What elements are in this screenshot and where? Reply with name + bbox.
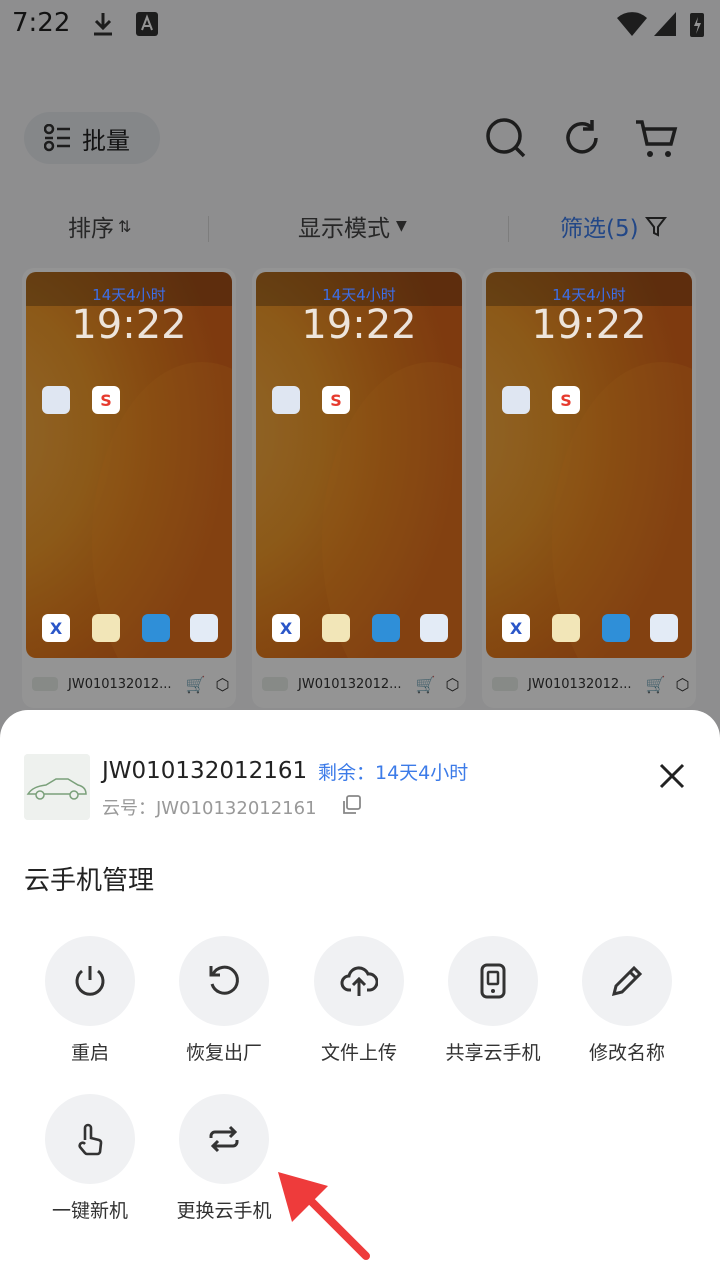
reboot-button[interactable]: 重启	[23, 936, 157, 1076]
app-icon	[92, 614, 120, 642]
x-app-icon: X	[502, 614, 530, 642]
device-name: JW010132012161	[102, 758, 308, 784]
folder-app-icon	[272, 386, 300, 414]
swap-icon	[209, 1125, 239, 1153]
share-phone-icon	[480, 963, 506, 999]
new-device-button[interactable]: 一键新机	[23, 1094, 157, 1234]
file-upload-label: 文件上传	[320, 1042, 397, 1064]
rename-button[interactable]: 修改名称	[560, 936, 694, 1076]
new-device-label: 一键新机	[51, 1200, 128, 1222]
factory-reset-button[interactable]: 恢复出厂	[157, 936, 291, 1076]
share-phone-button[interactable]: 共享云手机	[426, 936, 560, 1076]
reset-icon	[209, 965, 239, 995]
cloud-id: 云号：JW010132012161	[102, 798, 317, 819]
card-clock: 19:22	[301, 302, 417, 348]
file-upload-button[interactable]: 文件上传	[292, 936, 426, 1076]
app-icon	[650, 614, 678, 642]
remaining-time: 剩余：14天4小时	[318, 762, 469, 784]
change-phone-label: 更换云手机	[176, 1200, 272, 1222]
app-icon	[142, 614, 170, 642]
power-icon	[75, 966, 105, 996]
sogou-app-icon: S	[322, 386, 350, 414]
annotation-arrow-icon	[278, 1172, 370, 1260]
car-thumbnail	[24, 754, 90, 820]
sogou-app-icon: S	[552, 386, 580, 414]
app-icon	[420, 614, 448, 642]
card-clock: 19:22	[71, 302, 187, 348]
folder-app-icon	[502, 386, 530, 414]
reboot-label: 重启	[70, 1042, 109, 1064]
card-clock: 19:22	[531, 302, 647, 348]
cloud-upload-icon	[340, 966, 378, 996]
app-icon	[602, 614, 630, 642]
app-icon	[322, 614, 350, 642]
app-icon	[372, 614, 400, 642]
app-icon	[190, 614, 218, 642]
tap-hand-icon	[78, 1123, 103, 1156]
pencil-icon	[611, 965, 643, 997]
sogou-app-icon: S	[92, 386, 120, 414]
close-icon[interactable]	[654, 758, 690, 794]
app-icon	[552, 614, 580, 642]
share-phone-label: 共享云手机	[445, 1042, 541, 1064]
rename-label: 修改名称	[588, 1042, 665, 1064]
x-app-icon: X	[42, 614, 70, 642]
folder-app-icon	[42, 386, 70, 414]
x-app-icon: X	[272, 614, 300, 642]
factory-reset-label: 恢复出厂	[185, 1042, 262, 1064]
copy-icon[interactable]	[340, 794, 362, 816]
section-title: 云手机管理	[24, 866, 155, 896]
